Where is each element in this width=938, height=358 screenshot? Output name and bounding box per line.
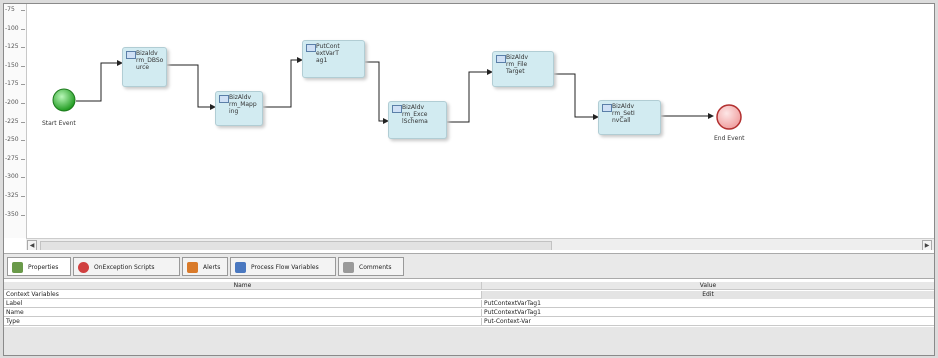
- node-dbsource[interactable]: Bizaldv rm_DBSo urce: [122, 47, 167, 87]
- tab-label: Properties: [28, 264, 59, 271]
- property-name: Label: [6, 300, 23, 307]
- exception-script-icon: [78, 262, 89, 273]
- scrollbar-thumb[interactable]: [40, 241, 552, 250]
- column-name-header[interactable]: Name: [4, 282, 481, 290]
- footer-area: [4, 327, 934, 355]
- node-label: BizAldv rm_Mapp ing: [229, 94, 257, 115]
- column-value-header[interactable]: Value: [482, 282, 934, 290]
- node-label: Bizaldv rm_DBSo urce: [136, 50, 164, 71]
- node-setinvcall[interactable]: BizAldv rm_SetI nvCall: [598, 100, 661, 135]
- tab-onexception-scripts[interactable]: OnException Scripts: [73, 257, 180, 276]
- mapping-icon: [219, 95, 229, 103]
- file-target-icon: [496, 55, 506, 63]
- table-header: Name Value: [4, 282, 934, 290]
- property-value[interactable]: Put-Context-Var: [484, 318, 531, 326]
- flow-canvas[interactable]: -75 -100 -125 -150 -175 -200 -225 -250 -275 -300-…: [4, 4, 934, 250]
- table-row[interactable]: Name PutContextVarTag1: [4, 309, 934, 317]
- property-name: Context Variables: [6, 291, 59, 298]
- put-context-var-icon: [306, 44, 316, 52]
- horizontal-scrollbar[interactable]: ◀ ▶: [26, 238, 934, 250]
- node-putcontextvartag[interactable]: PutCont extVarT ag1: [302, 40, 365, 78]
- start-event[interactable]: [52, 88, 76, 112]
- node-label: BizAldv rm_File Target: [506, 54, 529, 75]
- excel-schema-icon: [392, 105, 402, 113]
- tab-alerts[interactable]: Alerts: [182, 257, 228, 276]
- node-filetarget[interactable]: BizAldv rm_File Target: [492, 51, 554, 87]
- process-flow-editor: -75 -100 -125 -150 -175 -200 -225 -250 -275 -300-…: [3, 3, 935, 356]
- scroll-right-icon[interactable]: ▶: [922, 240, 932, 250]
- end-event-label: End Event: [714, 135, 745, 142]
- table-row[interactable]: Label PutContextVarTag1: [4, 300, 934, 308]
- properties-icon: [12, 262, 23, 273]
- property-name: Name: [6, 309, 24, 316]
- process-variables-icon: [235, 262, 246, 273]
- tab-comments[interactable]: Comments: [338, 257, 404, 276]
- node-mapping[interactable]: BizAldv rm_Mapp ing: [215, 91, 263, 126]
- property-value[interactable]: PutContextVarTag1: [484, 309, 541, 317]
- flow-diagram: [52, 57, 742, 130]
- tab-label: Comments: [359, 264, 392, 271]
- tab-label: Process Flow Variables: [251, 264, 319, 271]
- table-row[interactable]: Type Put-Context-Var: [4, 318, 934, 326]
- alerts-icon: [187, 262, 198, 273]
- node-label: BizAldv rm_Exce lSchema: [402, 104, 428, 125]
- start-event-label: Start Event: [42, 120, 76, 127]
- node-excelschema[interactable]: BizAldv rm_Exce lSchema: [388, 101, 447, 139]
- tab-label: OnException Scripts: [94, 264, 155, 271]
- bottom-tab-bar: Properties OnException Scripts Alerts Pr…: [4, 253, 934, 279]
- tab-properties[interactable]: Properties: [7, 257, 71, 276]
- tab-label: Alerts: [203, 264, 221, 271]
- node-label: BizAldv rm_SetI nvCall: [612, 103, 635, 124]
- node-label: PutCont extVarT ag1: [316, 43, 340, 64]
- db-source-icon: [126, 51, 136, 59]
- property-name: Type: [6, 318, 20, 325]
- property-value[interactable]: PutContextVarTag1: [484, 300, 541, 308]
- tab-process-flow-variables[interactable]: Process Flow Variables: [230, 257, 336, 276]
- edit-button[interactable]: Edit: [482, 291, 934, 299]
- set-inv-call-icon: [602, 104, 612, 112]
- comments-icon: [343, 262, 354, 273]
- end-event[interactable]: [716, 104, 742, 130]
- table-row[interactable]: Context Variables Edit: [4, 291, 934, 299]
- scroll-left-icon[interactable]: ◀: [27, 240, 37, 250]
